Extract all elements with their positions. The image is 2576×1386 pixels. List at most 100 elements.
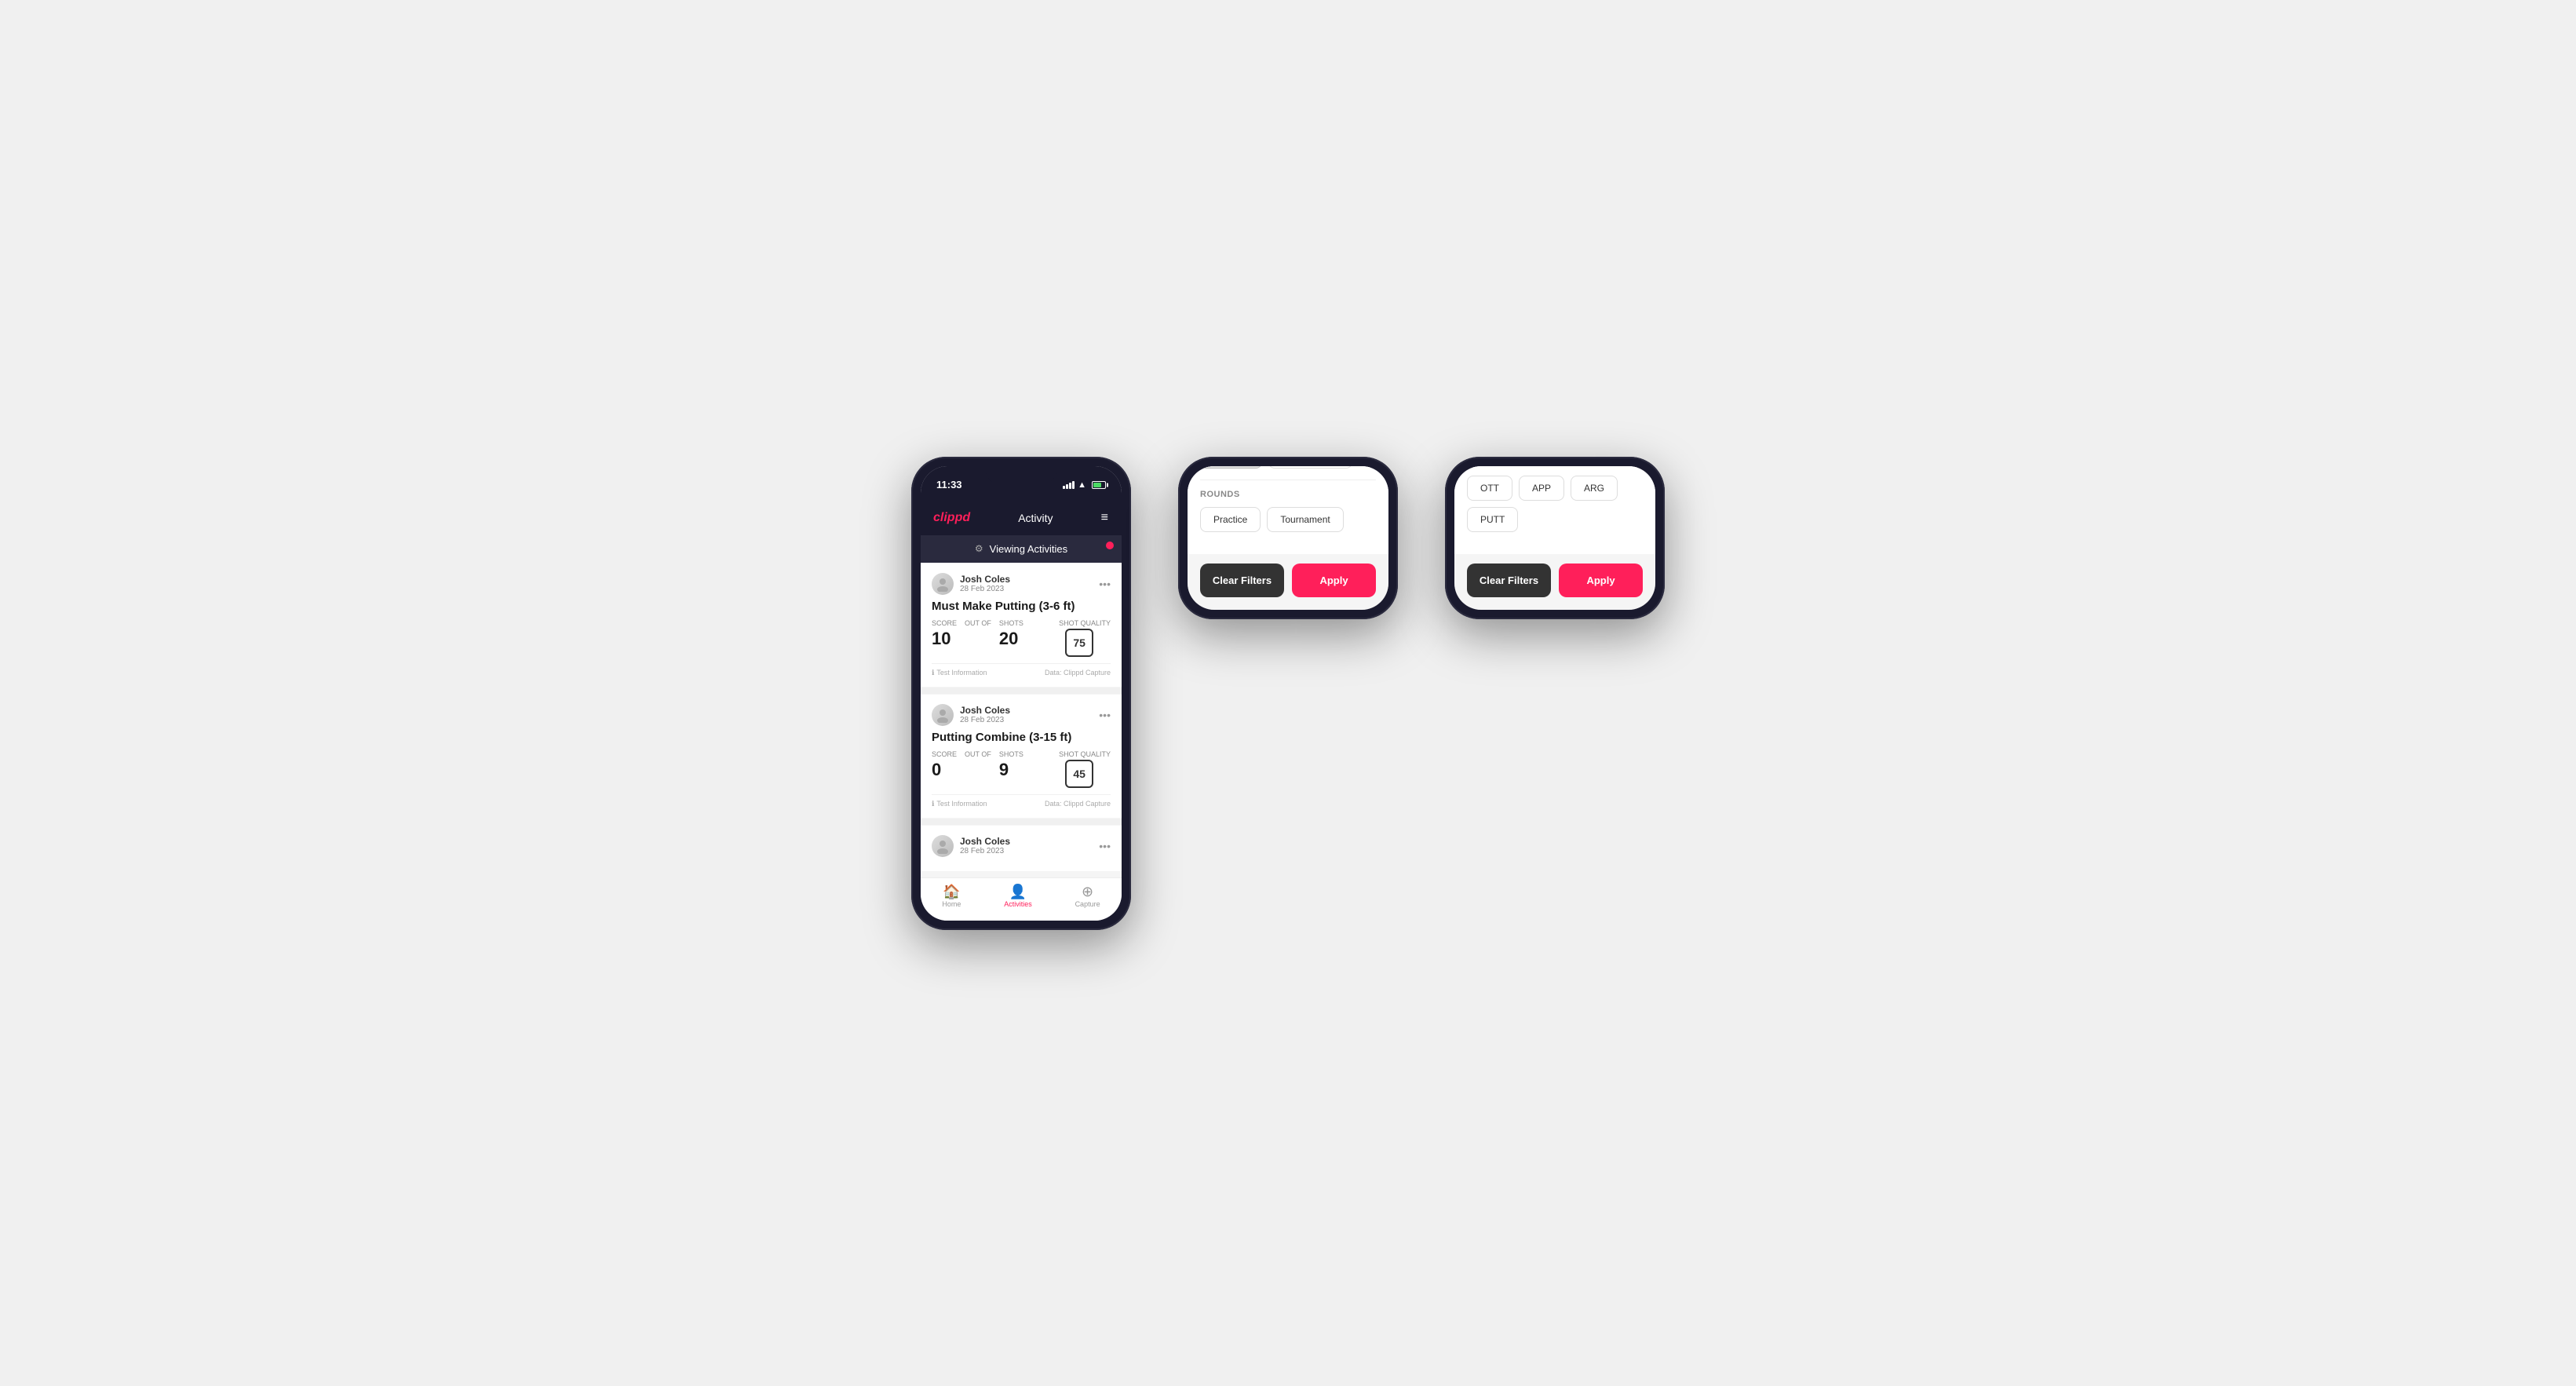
shots-value-1: 20 xyxy=(999,629,1023,649)
shot-quality-group-2: Shot Quality 45 xyxy=(1059,750,1111,788)
user-details-3: Josh Coles 28 Feb 2023 xyxy=(960,836,1010,855)
out-of-2: OUT OF xyxy=(965,750,991,758)
wifi-icon-1: ▲ xyxy=(1078,480,1086,490)
card-footer-1: ℹ Test Information Data: Clippd Capture xyxy=(932,663,1111,677)
viewing-bar-1[interactable]: ⚙ Viewing Activities xyxy=(921,535,1122,563)
practice-btn-2[interactable]: Practice xyxy=(1200,507,1261,532)
user-date-1: 28 Feb 2023 xyxy=(960,585,1010,593)
score-value-1: 10 xyxy=(932,629,957,649)
signal-icon-1 xyxy=(1063,481,1075,489)
home-icon-1: 🏠 xyxy=(943,884,960,899)
card-title-2: Putting Combine (3-15 ft) xyxy=(932,731,1111,744)
shot-quality-group-1: Shot Quality 75 xyxy=(1059,619,1111,657)
logo-1: clippd xyxy=(933,511,970,525)
tournament-btn-2[interactable]: Tournament xyxy=(1267,507,1343,532)
user-info-1: Josh Coles 28 Feb 2023 xyxy=(932,573,1010,595)
filter-body-2: Show Rounds Practice Drills Rounds Pract… xyxy=(1188,466,1388,554)
menu-icon-1[interactable]: ≡ xyxy=(1101,511,1109,525)
info-text-1: ℹ Test Information xyxy=(932,669,987,677)
user-info-3: Josh Coles 28 Feb 2023 xyxy=(932,835,1010,857)
shot-quality-label-1: Shot Quality xyxy=(1059,619,1111,627)
shots-value-2: 9 xyxy=(999,760,1023,780)
nav-home-1[interactable]: 🏠 Home xyxy=(942,884,961,908)
home-label-1: Home xyxy=(942,900,961,908)
rounds-buttons-2: Practice Tournament xyxy=(1200,507,1376,532)
phone-2: 11:33 ▲ clippd Activity xyxy=(1178,457,1398,619)
activity-card-1[interactable]: Josh Coles 28 Feb 2023 ••• Must Make Put… xyxy=(921,564,1122,687)
shot-quality-label-2: Shot Quality xyxy=(1059,750,1111,758)
apply-btn-2[interactable]: Apply xyxy=(1292,564,1376,597)
card-header-2: Josh Coles 28 Feb 2023 ••• xyxy=(932,704,1111,726)
score-label-1: Score xyxy=(932,619,957,627)
phone-3: 11:33 ▲ clippd Activity xyxy=(1445,457,1665,619)
phones-container: 11:33 ▲ clippd Activity xyxy=(911,457,1665,930)
phone-1-screen: 11:33 ▲ clippd Activity xyxy=(921,466,1122,921)
user-name-2: Josh Coles xyxy=(960,705,1010,716)
notch-1 xyxy=(986,466,1056,483)
shots-label-2: Shots xyxy=(999,750,1023,758)
bottom-nav-1: 🏠 Home 👤 Activities ⊕ Capture xyxy=(921,877,1122,921)
battery-icon-1 xyxy=(1092,481,1106,489)
filter-body-3: Show Rounds Practice Drills Practice Dri… xyxy=(1454,466,1655,554)
user-name-1: Josh Coles xyxy=(960,574,1010,585)
putt-btn-3[interactable]: PUTT xyxy=(1467,507,1518,532)
score-label-2: Score xyxy=(932,750,957,758)
separator-2 xyxy=(921,819,1122,825)
status-icons-1: ▲ xyxy=(1063,480,1106,490)
avatar-2 xyxy=(932,704,954,726)
filter-icon-1: ⚙ xyxy=(975,543,983,554)
shots-group-2: Shots 9 xyxy=(999,750,1023,780)
separator-1 xyxy=(921,688,1122,694)
clear-filters-btn-3[interactable]: Clear Filters xyxy=(1467,564,1551,597)
score-group-2: Score 0 xyxy=(932,750,957,780)
user-details-2: Josh Coles 28 Feb 2023 xyxy=(960,705,1010,724)
out-of-1: OUT OF xyxy=(965,619,991,627)
nav-activities-1[interactable]: 👤 Activities xyxy=(1004,884,1032,908)
phone-2-screen: 11:33 ▲ clippd Activity xyxy=(1188,466,1388,610)
drills-label-3: Practice Drills xyxy=(1467,466,1643,468)
user-details-1: Josh Coles 28 Feb 2023 xyxy=(960,574,1010,593)
phone-1: 11:33 ▲ clippd Activity xyxy=(911,457,1131,930)
activity-card-2[interactable]: Josh Coles 28 Feb 2023 ••• Putting Combi… xyxy=(921,695,1122,818)
card-title-1: Must Make Putting (3-6 ft) xyxy=(932,600,1111,613)
activity-card-3[interactable]: Josh Coles 28 Feb 2023 ••• xyxy=(921,826,1122,871)
nav-capture-1[interactable]: ⊕ Capture xyxy=(1075,884,1100,908)
viewing-dot-1 xyxy=(1106,542,1114,549)
viewing-text-1: Viewing Activities xyxy=(990,543,1067,555)
card-stats-2: Score 0 OUT OF Shots 9 Shot Quality 45 xyxy=(932,750,1111,788)
shots-label-1: Shots xyxy=(999,619,1023,627)
rounds-label-2: Rounds xyxy=(1200,490,1376,499)
activity-list-1: Josh Coles 28 Feb 2023 ••• Must Make Put… xyxy=(921,564,1122,877)
shots-group-1: Shots 20 xyxy=(999,619,1023,649)
nav-bar-1: clippd Activity ≡ xyxy=(921,501,1122,535)
show-drills-btn-2[interactable]: Practice Drills xyxy=(1268,466,1352,469)
card-stats-1: Score 10 OUT OF Shots 20 Shot Quality 75 xyxy=(932,619,1111,657)
activities-icon-1: 👤 xyxy=(1009,884,1027,899)
info-text-2: ℹ Test Information xyxy=(932,800,987,808)
data-text-1: Data: Clippd Capture xyxy=(1045,669,1111,677)
avatar-3 xyxy=(932,835,954,857)
status-time-1: 11:33 xyxy=(936,479,962,491)
capture-icon-1: ⊕ xyxy=(1082,884,1093,899)
more-icon-2[interactable]: ••• xyxy=(1099,709,1111,721)
filter-footer-3: Clear Filters Apply xyxy=(1454,554,1655,597)
shot-quality-value-2: 45 xyxy=(1065,760,1093,788)
score-value-2: 0 xyxy=(932,760,957,780)
card-header-3: Josh Coles 28 Feb 2023 ••• xyxy=(932,835,1111,857)
show-buttons-2: Rounds Practice Drills xyxy=(1200,466,1376,469)
more-icon-3[interactable]: ••• xyxy=(1099,840,1111,852)
data-text-2: Data: Clippd Capture xyxy=(1045,800,1111,808)
app-btn-3[interactable]: APP xyxy=(1519,476,1564,501)
avatar-1 xyxy=(932,573,954,595)
apply-btn-3[interactable]: Apply xyxy=(1559,564,1643,597)
ott-btn-3[interactable]: OTT xyxy=(1467,476,1512,501)
nav-title-1: Activity xyxy=(1018,512,1053,524)
arg-btn-3[interactable]: ARG xyxy=(1571,476,1618,501)
phone-3-screen: 11:33 ▲ clippd Activity xyxy=(1454,466,1655,610)
more-icon-1[interactable]: ••• xyxy=(1099,578,1111,590)
clear-filters-btn-2[interactable]: Clear Filters xyxy=(1200,564,1284,597)
user-info-2: Josh Coles 28 Feb 2023 xyxy=(932,704,1010,726)
show-rounds-btn-2[interactable]: Rounds xyxy=(1200,466,1262,469)
filter-footer-2: Clear Filters Apply xyxy=(1188,554,1388,597)
filter-modal-2: Filter ✕ Show Rounds Practice Drills Rou… xyxy=(1188,466,1388,610)
